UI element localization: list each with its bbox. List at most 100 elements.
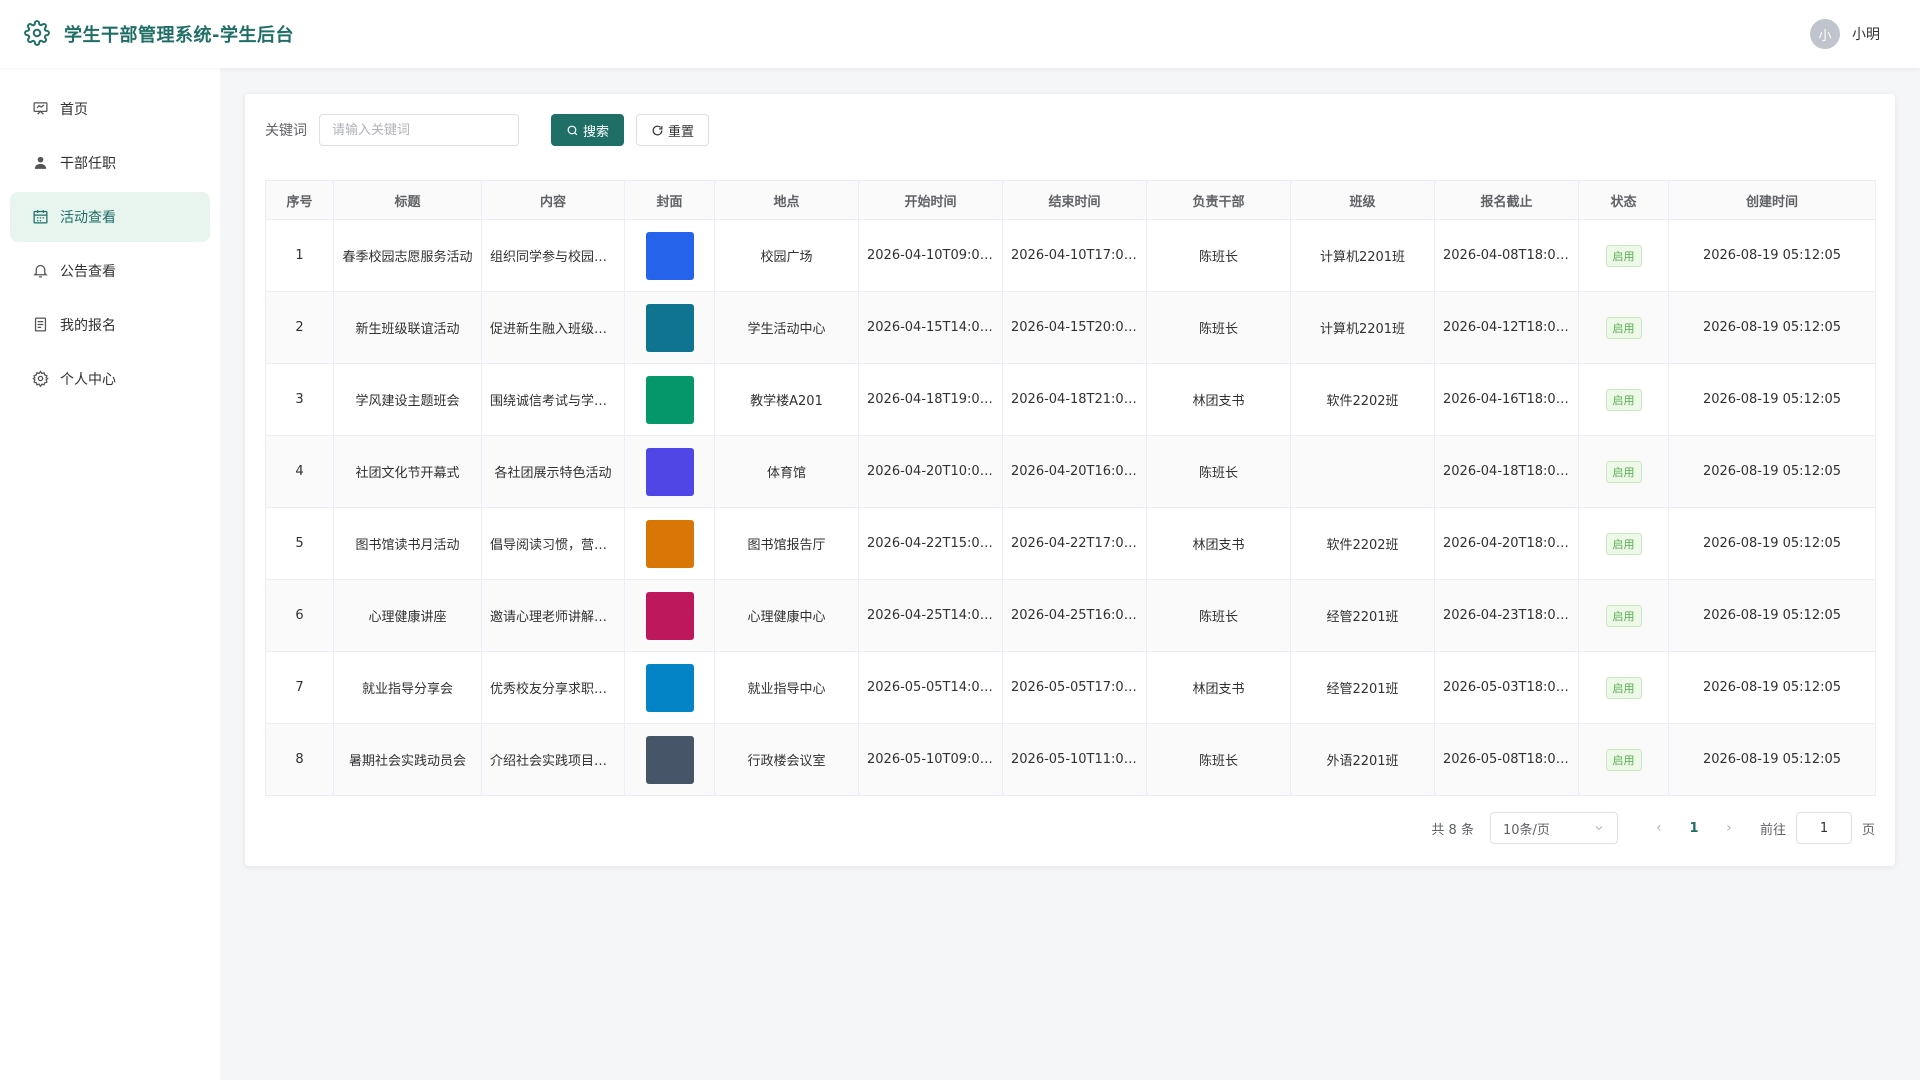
table-row[interactable]: 2 新生班级联谊活动 促进新生融入班级集体 学生活动中心 2026-04-15T14:0… xyxy=(265,291,1876,364)
gear-logo-icon xyxy=(24,20,52,48)
column-header: 内容 xyxy=(481,180,625,220)
column-header: 结束时间 xyxy=(1002,180,1147,220)
cell-no: 3 xyxy=(265,363,334,436)
pagination: 共 8 条 10条/页 ‹ 1 › 前往 页 xyxy=(1431,812,1875,844)
sidebar-item-activities[interactable]: 活动查看 xyxy=(10,192,210,242)
table-row[interactable]: 5图书馆读书月活动倡导阅读习惯，营造书香校园图书馆报告厅2026-04-22T1… xyxy=(265,507,1876,580)
column-header: 创建时间 xyxy=(1668,180,1876,220)
cell-cover xyxy=(624,651,715,724)
cell-leader: 陈班长 xyxy=(1146,219,1291,292)
cell-leader: 林团支书 xyxy=(1146,363,1291,436)
cell-title: 新生班级联谊活动 xyxy=(333,291,482,364)
table-row[interactable]: 1春季校园志愿服务活动组织同学参与校园志愿服务 校园广场2026-04-10T09… xyxy=(265,219,1876,292)
cell-class: 经管2201班 xyxy=(1290,651,1435,724)
page-number-current[interactable]: 1 xyxy=(1680,821,1708,836)
search-button[interactable]: 搜索 xyxy=(551,114,625,146)
cell-start: 2026-05-05T14:00:00 xyxy=(858,651,1003,724)
sidebar-item-home[interactable]: 首页 xyxy=(10,84,210,134)
table-row[interactable]: 4 社团文化节开幕式 各社团展示特色活动 体育馆 2026-04-20T10:00:00… xyxy=(265,435,1876,508)
refresh-icon xyxy=(651,124,664,137)
sidebar-item-cadre-post[interactable]: 干部任职 xyxy=(10,138,210,188)
calendar-icon xyxy=(32,208,50,226)
cell-title: 就业指导分享会 xyxy=(333,651,482,724)
cell-deadline: 2026-05-03T18:00:00 xyxy=(1434,651,1579,724)
user-menu[interactable]: 小 小明 xyxy=(1810,19,1880,49)
user-icon xyxy=(32,154,50,172)
page-suffix: 页 xyxy=(1861,822,1875,838)
cell-end: 2026-04-15T20:00:00 xyxy=(1002,291,1147,364)
cover-image[interactable] xyxy=(645,519,694,568)
cell-no: 4 xyxy=(265,435,334,508)
column-header: 标题 xyxy=(333,180,482,220)
cover-image[interactable] xyxy=(645,735,694,784)
search-icon xyxy=(566,124,579,137)
keyword-input[interactable] xyxy=(319,114,519,146)
reset-button[interactable]: 重置 xyxy=(636,114,710,146)
cell-created: 2026-08-19 05:12:05 xyxy=(1668,651,1876,724)
cell-cover xyxy=(624,579,715,652)
cell-title: 心理健康讲座 xyxy=(333,579,482,652)
cell-cover xyxy=(624,219,715,292)
cover-image[interactable] xyxy=(645,303,694,352)
cell-content: 邀请心理老师讲解压力调节 xyxy=(481,579,625,652)
status-badge: 启用 xyxy=(1605,460,1642,483)
sidebar-item-notices[interactable]: 公告查看 xyxy=(10,246,210,296)
status-badge: 启用 xyxy=(1605,244,1642,267)
column-header: 开始时间 xyxy=(858,180,1003,220)
cover-image[interactable] xyxy=(645,231,694,280)
sidebar-item-my-registrations[interactable]: 我的报名 xyxy=(10,300,210,350)
cell-location: 教学楼A201 xyxy=(714,363,859,436)
cell-cover xyxy=(624,291,715,364)
cell-end: 2026-05-10T11:00:00 xyxy=(1002,723,1147,796)
table-row[interactable]: 3 学风建设主题班会 围绕诚信考试与学风建设 教学楼A201 2026-04-18T19… xyxy=(265,363,1876,436)
cell-deadline: 2026-05-08T18:00:00 xyxy=(1434,723,1579,796)
reset-button-label: 重置 xyxy=(668,124,695,140)
page-size-select[interactable]: 10条/页 xyxy=(1489,812,1618,844)
table-row[interactable]: 7 就业指导分享会 优秀校友分享求职经验 就业指导中心 2026-05-05T14:00… xyxy=(265,651,1876,724)
cell-class: 软件2202班 xyxy=(1290,507,1435,580)
column-header: 状态 xyxy=(1578,180,1669,220)
sidebar-item-profile[interactable]: 个人中心 xyxy=(10,354,210,404)
column-header: 报名截止 xyxy=(1434,180,1579,220)
cell-start: 2026-04-10T09:00:00 xyxy=(858,219,1003,292)
table-row[interactable]: 8 暑期社会实践动员会 介绍社会实践项目安排 行政楼会议室 2026-05-10T09:… xyxy=(265,723,1876,796)
cell-title: 春季校园志愿服务活动 xyxy=(333,219,482,292)
table-row[interactable]: 6心理健康讲座邀请心理老师讲解压力调节 心理健康中心2026-04-25T14:0… xyxy=(265,579,1876,652)
status-badge: 启用 xyxy=(1605,532,1642,555)
activity-table: 序号 标题 内容 封面 地点 开始时间 结束时间 负责干部 班级 报名截止 状态 创建时间 1 春季校园… xyxy=(265,180,1876,796)
sidebar-item-label: 个人中心 xyxy=(60,372,116,388)
cover-image[interactable] xyxy=(645,663,694,712)
sidebar-item-label: 干部任职 xyxy=(60,156,116,172)
cover-image[interactable] xyxy=(645,447,694,496)
cell-cover xyxy=(624,363,715,436)
cell-location: 学生活动中心 xyxy=(714,291,859,364)
prev-page-button[interactable]: ‹ xyxy=(1646,820,1672,836)
cell-content: 优秀校友分享求职经验 xyxy=(481,651,625,724)
cell-leader: 陈班长 xyxy=(1146,291,1291,364)
cell-end: 2026-04-22T17:00:00 xyxy=(1002,507,1147,580)
column-header: 负责干部 xyxy=(1146,180,1291,220)
cell-created: 2026-08-19 05:12:05 xyxy=(1668,291,1876,364)
cell-status: 启用 xyxy=(1578,579,1669,652)
sidebar-item-label: 活动查看 xyxy=(60,210,116,226)
avatar[interactable]: 小 xyxy=(1810,19,1840,49)
cover-image[interactable] xyxy=(645,375,694,424)
cell-created: 2026-08-19 05:12:05 xyxy=(1668,723,1876,796)
top-header: 学生干部管理系统-学生后台 小 小明 xyxy=(0,0,1920,68)
cell-end: 2026-04-18T21:00:00 xyxy=(1002,363,1147,436)
cover-image[interactable] xyxy=(645,591,694,640)
cell-no: 1 xyxy=(265,219,334,292)
next-page-button[interactable]: › xyxy=(1716,820,1742,836)
user-name[interactable]: 小明 xyxy=(1852,24,1880,44)
table-header-row: 序号 标题 内容 封面 地点 开始时间 结束时间 负责干部 班级 报名截止 状态 创建时间 xyxy=(265,180,1876,220)
status-badge: 启用 xyxy=(1605,676,1642,699)
goto-page-input[interactable] xyxy=(1795,812,1852,844)
cell-class: 经管2201班 xyxy=(1290,579,1435,652)
cell-title: 图书馆读书月活动 xyxy=(333,507,482,580)
cell-start: 2026-04-18T19:00:00 xyxy=(858,363,1003,436)
app-title: 学生干部管理系统-学生后台 xyxy=(64,25,294,46)
cell-status: 启用 xyxy=(1578,291,1669,364)
cell-end: 2026-04-25T16:00:00 xyxy=(1002,579,1147,652)
cell-deadline: 2026-04-18T18:00:00 xyxy=(1434,435,1579,508)
bell-icon xyxy=(32,262,50,280)
